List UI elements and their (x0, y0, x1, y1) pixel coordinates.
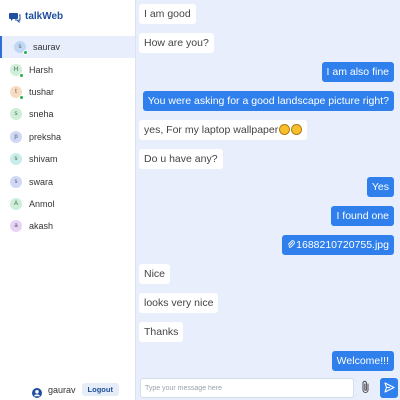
user-icon (32, 385, 42, 398)
avatar: t (10, 85, 24, 100)
contact-name: shivam (29, 154, 58, 165)
message-text: 1688210720755.jpg (296, 239, 389, 252)
message-text: yes, For my laptop wallpaper (144, 123, 279, 136)
message-text: Welcome!!! (336, 354, 389, 367)
avatar: p (10, 130, 22, 143)
message-text: You were asking for a good landscape pic… (147, 94, 389, 107)
outgoing-message: Yes (366, 177, 394, 198)
avatar-initial: p (14, 133, 18, 140)
avatar: s (14, 41, 28, 56)
avatar: s (10, 175, 22, 188)
contact-name: Harsh (29, 64, 54, 75)
avatar-initial: s (18, 44, 22, 51)
avatar-initial: A (13, 200, 18, 207)
message-text: looks very nice (144, 297, 214, 309)
contact-item-saurav[interactable]: s saurav (0, 36, 135, 59)
paperclip-icon (361, 380, 371, 397)
message-text: How are you? (144, 36, 209, 49)
avatar: s (10, 153, 22, 166)
contact-name: sneha (29, 109, 54, 120)
outgoing-message: I am also fine (321, 61, 394, 82)
username: gaurav (48, 384, 76, 395)
grinning-emoji-icon (279, 123, 291, 135)
chat-icon (9, 10, 21, 24)
contact-name: saurav (33, 42, 61, 53)
contact-item-preksha[interactable]: p preksha (0, 126, 135, 148)
outgoing-message[interactable]: 1688210720755.jpg (282, 235, 394, 256)
contact-name: Anmol (29, 198, 55, 209)
avatar: s (10, 108, 22, 121)
user-footer: gaurav Logout (32, 383, 119, 398)
attachment-icon (287, 236, 295, 248)
avatar-initial: s (14, 111, 18, 118)
composer (138, 376, 400, 400)
incoming-message: Nice (139, 264, 171, 285)
contact-item-harsh[interactable]: H Harsh (0, 58, 135, 80)
avatar-initial: s (14, 178, 18, 185)
logout-button[interactable]: Logout (81, 383, 119, 396)
contact-item-shivam[interactable]: s shivam (0, 148, 135, 170)
incoming-message: yes, For my laptop wallpaper (139, 119, 308, 140)
attach-button[interactable] (360, 380, 372, 396)
contact-name: swara (29, 176, 54, 187)
send-button[interactable] (380, 378, 398, 398)
incoming-message: Do u have any? (139, 148, 223, 169)
incoming-message: looks very nice (139, 293, 219, 313)
sidebar: talkWeb s saurav H Harsh t tushar s sneha p preks… (0, 0, 136, 400)
send-icon (383, 381, 395, 396)
avatar: A (10, 197, 22, 210)
contact-item-tushar[interactable]: t tushar (0, 81, 135, 103)
message-text: Nice (144, 268, 166, 281)
app-title: talkWeb (25, 10, 64, 22)
avatar: H (10, 63, 24, 78)
avatar-initial: t (15, 88, 17, 95)
avatar: a (10, 220, 22, 233)
message-text: I am also fine (326, 65, 389, 78)
message-text: Thanks (144, 325, 179, 338)
contact-item-sneha[interactable]: s sneha (0, 103, 135, 125)
contact-list: s saurav H Harsh t tushar s sneha p preksha s shiva… (0, 36, 135, 238)
message-text: I am good (144, 8, 191, 20)
outgoing-message: You were asking for a good landscape pic… (142, 90, 394, 111)
outgoing-message: I found one (331, 206, 394, 227)
outgoing-message: Welcome!!! (331, 350, 394, 371)
online-status-dot (23, 50, 28, 56)
incoming-message: I am good (139, 4, 196, 24)
brand: talkWeb (9, 8, 63, 24)
message-input[interactable] (140, 378, 354, 398)
contact-item-swara[interactable]: s swara (0, 170, 135, 192)
contact-item-akash[interactable]: a akash (0, 215, 135, 237)
grinning-emoji-icon (291, 123, 303, 135)
incoming-message: How are you? (139, 32, 214, 53)
message-text: Do u have any? (144, 152, 218, 165)
incoming-message: Thanks (139, 321, 184, 342)
contact-name: preksha (29, 131, 62, 142)
online-status-dot (19, 94, 24, 100)
avatar-initial: H (13, 66, 19, 73)
avatar-initial: a (14, 223, 18, 230)
online-status-dot (19, 72, 24, 78)
avatar-initial: s (14, 156, 18, 163)
contact-name: akash (29, 221, 54, 232)
contact-item-anmol[interactable]: A Anmol (0, 193, 135, 215)
contact-name: tushar (29, 86, 55, 97)
message-text: I found one (336, 210, 389, 223)
message-text: Yes (371, 181, 389, 194)
